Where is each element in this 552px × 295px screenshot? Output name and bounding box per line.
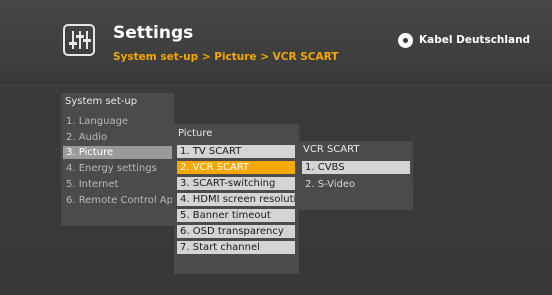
menu-item-language[interactable]: 1. Language: [63, 115, 172, 128]
menu-item-s-video[interactable]: 2. S-Video: [302, 178, 410, 191]
system-setup-menu: System set-up 1. Language 2. Audio 3. Pi…: [61, 93, 174, 226]
picture-menu: Picture 1. TV SCART 2. VCR SCART 3. SCAR…: [174, 124, 299, 274]
header-bar: Settings System set-up > Picture > VCR S…: [0, 0, 552, 83]
menu-item-scart-switching[interactable]: 3. SCART-switching: [177, 177, 295, 190]
menu-item-cvbs[interactable]: 1. CVBS: [302, 161, 410, 174]
menu-item-audio[interactable]: 2. Audio: [63, 131, 172, 144]
menu-title: Picture: [178, 128, 213, 139]
settings-sliders-icon: [63, 24, 95, 56]
vcr-scart-menu: VCR SCART 1. CVBS 2. S-Video: [299, 141, 413, 210]
menu-item-osd-transparency[interactable]: 6. OSD transparency: [177, 225, 295, 238]
breadcrumb: System set-up > Picture > VCR SCART: [113, 51, 339, 63]
menu-item-energy-settings[interactable]: 4. Energy settings: [63, 162, 172, 175]
menu-item-internet[interactable]: 5. Internet: [63, 178, 172, 191]
kabel-deutschland-logo-icon: [398, 33, 413, 48]
menu-item-start-channel[interactable]: 7. Start channel: [177, 241, 295, 254]
menu-title: System set-up: [65, 96, 138, 107]
page-title: Settings: [113, 23, 194, 43]
menu-item-tv-scart[interactable]: 1. TV SCART: [177, 145, 295, 158]
menu-title: VCR SCART: [303, 144, 360, 155]
menu-item-vcr-scart[interactable]: 2. VCR SCART: [177, 161, 295, 174]
menu-item-banner-timeout[interactable]: 5. Banner timeout: [177, 209, 295, 222]
menu-item-hdmi-screen-resolution[interactable]: 4. HDMI screen resolution: [177, 193, 295, 206]
menu-item-remote-control-app[interactable]: 6. Remote Control App: [63, 194, 172, 207]
menu-item-picture[interactable]: 3. Picture: [63, 146, 172, 159]
tv-screen: Settings System set-up > Picture > VCR S…: [0, 0, 552, 295]
brand-name: Kabel Deutschland: [419, 34, 531, 46]
